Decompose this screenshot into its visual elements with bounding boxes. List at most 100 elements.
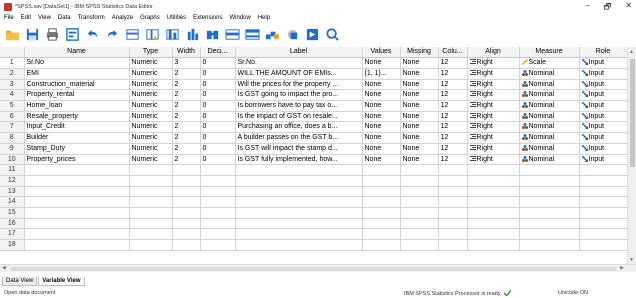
cell-align[interactable]: Right [467, 111, 520, 123]
cell-decimals[interactable] [200, 186, 236, 198]
cell-type[interactable] [129, 186, 173, 198]
save-icon[interactable] [24, 27, 40, 42]
cell-name[interactable] [24, 239, 130, 251]
cell-name[interactable] [24, 228, 130, 241]
tab-data-view[interactable]: Data View [2, 277, 38, 286]
run-descriptives-icon[interactable] [184, 27, 200, 42]
cell-missing[interactable]: None [400, 57, 439, 69]
cell-values[interactable] [362, 207, 401, 219]
cell-name[interactable]: Sr.No [24, 57, 130, 69]
cell-label[interactable] [235, 239, 363, 251]
cell-columns[interactable] [438, 218, 468, 230]
cell-label[interactable] [235, 207, 363, 219]
cell-missing[interactable]: None [400, 121, 439, 134]
cell-role[interactable]: Input [579, 57, 627, 69]
cell-role[interactable] [579, 228, 627, 241]
cell-align[interactable] [467, 239, 520, 251]
cell-role[interactable]: Input [579, 121, 627, 134]
cell-name[interactable] [24, 218, 130, 230]
cell-type[interactable]: Numeric [129, 68, 173, 80]
cell-values[interactable] [362, 196, 401, 209]
cell-missing[interactable] [400, 175, 439, 187]
cell-values[interactable] [362, 186, 401, 198]
col-header-width[interactable]: Width [172, 47, 201, 59]
cell-width[interactable] [172, 207, 201, 219]
cell-align[interactable]: Right [467, 79, 520, 91]
cell-role[interactable] [579, 207, 627, 219]
cell-align[interactable] [467, 175, 520, 187]
cell-measure[interactable] [519, 218, 580, 230]
cell-columns[interactable]: 12 [438, 57, 468, 69]
cell-label[interactable]: Sr.No. [235, 57, 363, 69]
cell-role[interactable] [579, 239, 627, 251]
cell-width[interactable]: 2 [172, 143, 201, 155]
cell-columns[interactable] [438, 239, 468, 251]
cell-name[interactable]: Home_loan [24, 100, 130, 112]
insert-variable-icon[interactable] [244, 27, 260, 42]
cell-label[interactable] [235, 164, 363, 176]
cell-columns[interactable] [438, 164, 468, 176]
cell-width[interactable] [172, 164, 201, 176]
cell-align[interactable] [467, 207, 520, 219]
cell-role[interactable] [579, 186, 627, 198]
cell-align[interactable]: Right [467, 121, 520, 134]
cell-label[interactable]: Is borrowers have to pay tax o... [235, 100, 363, 112]
cell-role[interactable] [579, 175, 627, 187]
cell-decimals[interactable]: 0 [200, 100, 236, 112]
cell-role[interactable] [579, 164, 627, 176]
cell-missing[interactable]: None [400, 154, 439, 166]
cell-type[interactable]: Numeric [129, 132, 173, 144]
cell-type[interactable]: Numeric [129, 100, 173, 112]
insert-cases-icon[interactable] [224, 27, 240, 42]
menu-data[interactable]: Data [58, 15, 71, 21]
cell-decimals[interactable]: 0 [200, 121, 236, 134]
cell-measure[interactable] [519, 164, 580, 176]
cell-width[interactable]: 2 [172, 79, 201, 91]
cell-measure[interactable]: Nominal [519, 100, 580, 112]
cell-width[interactable] [172, 239, 201, 251]
row-number[interactable]: 1 [0, 57, 25, 69]
cell-values[interactable]: None [362, 100, 401, 112]
col-header-measure[interactable]: Measure [519, 47, 580, 59]
cell-columns[interactable] [438, 196, 468, 209]
row-number[interactable]: 18 [0, 239, 25, 251]
scroll-up-icon[interactable]: ▲ [629, 49, 634, 55]
cell-columns[interactable] [438, 207, 468, 219]
cell-measure[interactable]: Nominal [519, 154, 580, 166]
cell-width[interactable]: 2 [172, 132, 201, 144]
undo-icon[interactable] [84, 27, 100, 42]
col-header-decimals[interactable]: Deci... [200, 47, 236, 59]
cell-name[interactable]: Construction_material [24, 79, 130, 91]
cell-label[interactable] [235, 218, 363, 230]
cell-columns[interactable] [438, 228, 468, 241]
cell-name[interactable] [24, 186, 130, 198]
cell-measure[interactable]: Nominal [519, 79, 580, 91]
cell-measure[interactable] [519, 196, 580, 209]
cell-decimals[interactable]: 0 [200, 89, 236, 101]
cell-columns[interactable] [438, 175, 468, 187]
cell-label[interactable]: Is GST going to impact the pro... [235, 89, 363, 101]
cell-type[interactable] [129, 207, 173, 219]
cell-align[interactable] [467, 196, 520, 209]
cell-width[interactable]: 2 [172, 89, 201, 101]
cell-columns[interactable]: 12 [438, 111, 468, 123]
cell-type[interactable] [129, 239, 173, 251]
cell-role[interactable]: Input [579, 154, 627, 166]
cell-values[interactable] [362, 239, 401, 251]
cell-align[interactable]: Right [467, 57, 520, 69]
cell-align[interactable] [467, 228, 520, 241]
cell-type[interactable] [129, 228, 173, 241]
cell-label[interactable]: Is the impact of GST on resale... [235, 111, 363, 123]
cell-label[interactable] [235, 196, 363, 209]
cell-label[interactable] [235, 175, 363, 187]
cell-align[interactable] [467, 186, 520, 198]
cell-values[interactable]: None [362, 132, 401, 144]
cell-decimals[interactable]: 0 [200, 111, 236, 123]
cell-missing[interactable] [400, 196, 439, 209]
cell-label[interactable]: A builder passes on the GST b... [235, 132, 363, 144]
cell-type[interactable] [129, 218, 173, 230]
row-number[interactable]: 9 [0, 143, 25, 155]
cell-width[interactable]: 2 [172, 68, 201, 80]
col-header-align[interactable]: Align [467, 47, 520, 59]
cell-name[interactable] [24, 164, 130, 176]
